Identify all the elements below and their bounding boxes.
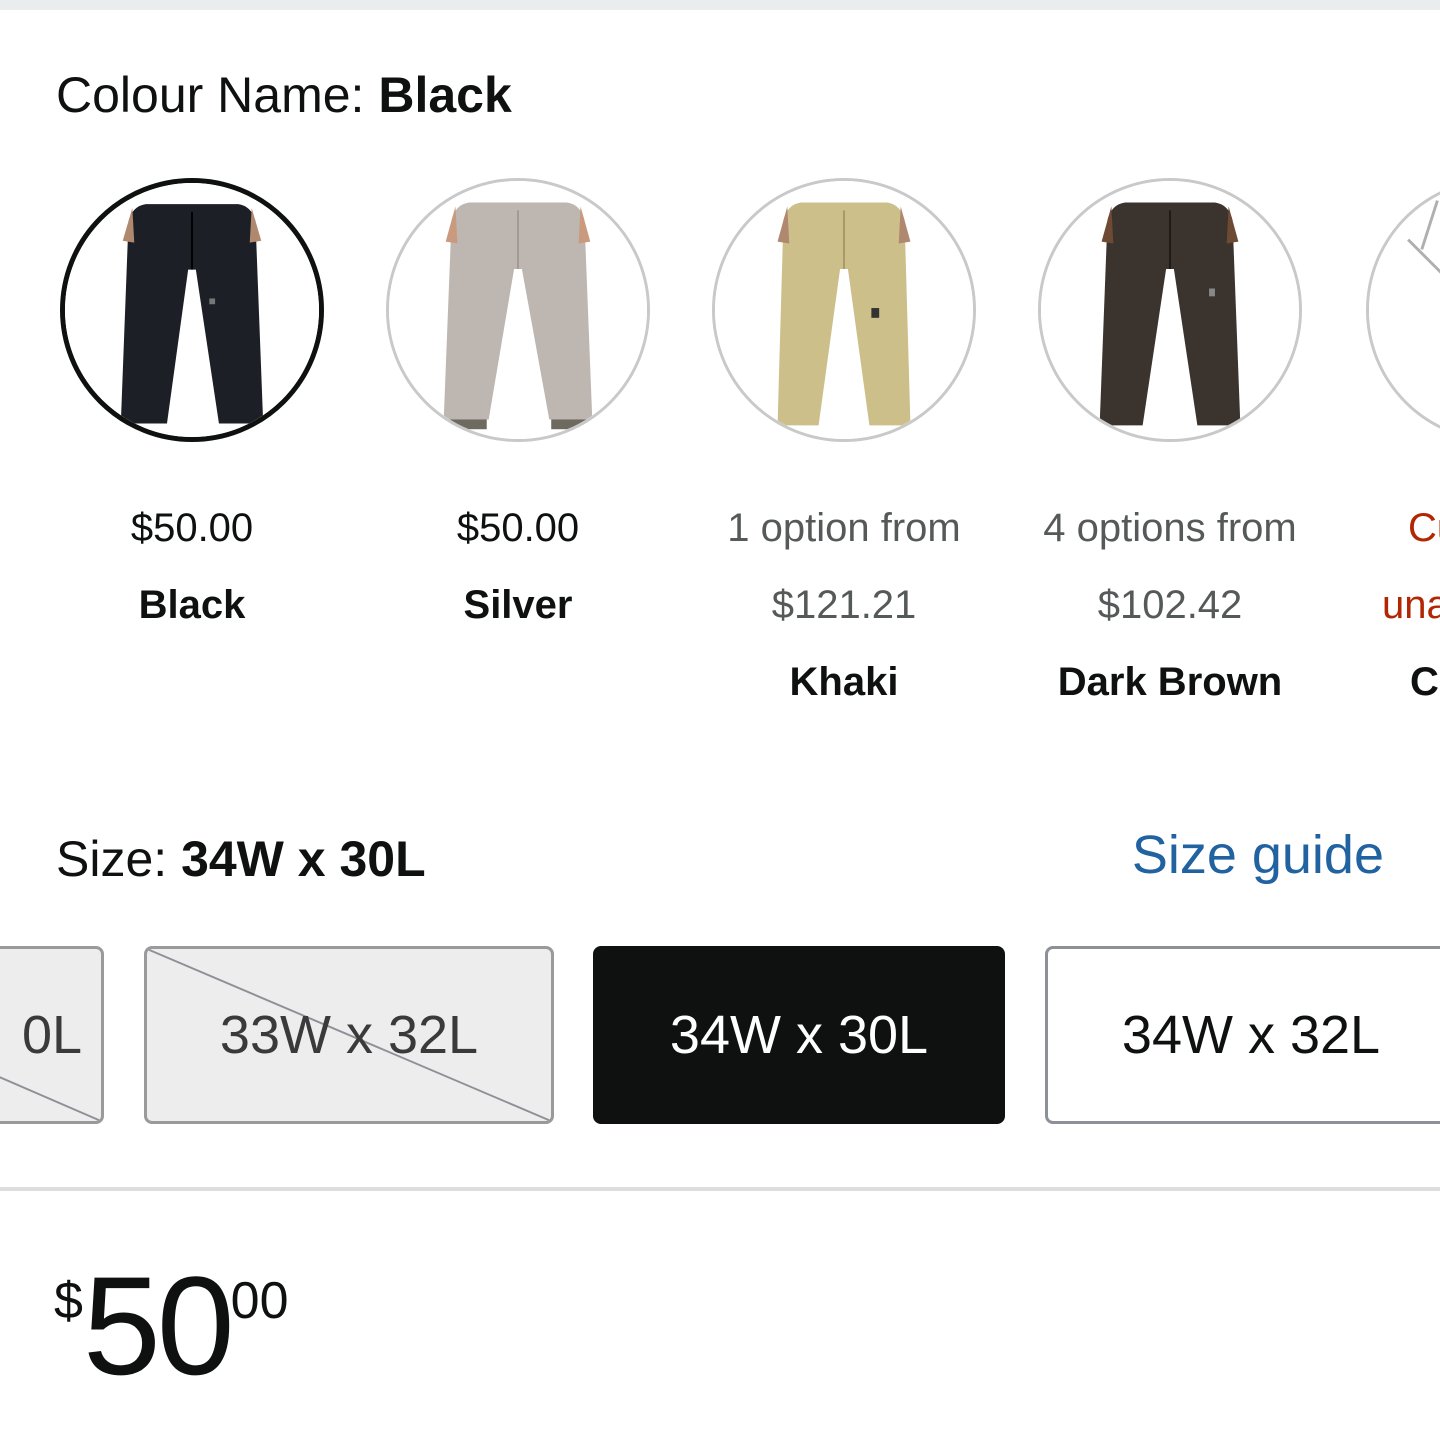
swatch-price-silver: $50.00	[456, 506, 580, 550]
size-option-partial[interactable]: 0L	[0, 946, 104, 1124]
size-option-label: 0L	[21, 1005, 83, 1065]
colour-name-label: Colour Name:	[56, 67, 379, 123]
pants-icon	[715, 181, 973, 439]
size-value: 34W x 30L	[181, 831, 426, 887]
swatch-price-khaki: $121.21	[771, 583, 917, 627]
swatch-silver[interactable]: $50.00 Silver	[368, 178, 668, 644]
pants-icon	[65, 183, 319, 437]
swatch-khaki[interactable]: 1 option from $121.21 Khaki	[694, 178, 994, 721]
size-option-row: 0L 33W x 32L 34W x 30L 34W x 32L	[0, 946, 1440, 1128]
size-guide-link[interactable]: Size guide	[1132, 822, 1384, 888]
price-currency-symbol: $	[54, 1272, 83, 1330]
price-whole: 50	[82, 1247, 235, 1404]
size-label: Size:	[56, 831, 182, 887]
price-fraction: 00	[230, 1272, 289, 1330]
swatch-name-partial: Cl	[1410, 660, 1440, 704]
size-option-34w-30l[interactable]: 34W x 30L	[593, 946, 1005, 1124]
section-divider	[0, 1187, 1440, 1191]
pants-icon	[1369, 181, 1440, 439]
swatch-unavailable-partial: una	[1382, 583, 1440, 627]
size-heading: Size: 34W x 30L	[56, 826, 426, 892]
swatch-name-black: Black	[138, 583, 246, 627]
swatch-black[interactable]: $50.00 Black	[42, 178, 342, 644]
pants-icon	[389, 181, 647, 439]
size-option-34w-32l[interactable]: 34W x 32L	[1045, 946, 1440, 1124]
swatch-price-dark-brown: $102.42	[1097, 583, 1243, 627]
swatch-partial[interactable]: Cu una Cl	[1346, 178, 1440, 721]
size-option-label: 33W x 32L	[219, 1005, 479, 1065]
swatch-name-dark-brown: Dark Brown	[1057, 660, 1283, 704]
swatch-image-khaki	[712, 178, 976, 442]
colour-name-value: Black	[378, 67, 512, 123]
colour-name-heading: Colour Name: Black	[56, 62, 512, 128]
swatch-image-silver	[386, 178, 650, 442]
pants-icon	[1041, 181, 1299, 439]
swatch-dark-brown[interactable]: 4 options from $102.42 Dark Brown	[1020, 178, 1320, 721]
swatch-name-khaki: Khaki	[789, 660, 899, 704]
size-option-label: 34W x 30L	[669, 1005, 929, 1065]
swatch-name-silver: Silver	[463, 583, 573, 627]
swatch-image-dark-brown	[1038, 178, 1302, 442]
product-variation-panel: Colour Name: Black $50.00 Black $50.00 S…	[0, 0, 1440, 1436]
swatch-options-dark-brown: 4 options from	[1043, 506, 1297, 550]
swatch-status-partial: Cu	[1408, 506, 1440, 550]
swatch-options-khaki: 1 option from	[727, 506, 961, 550]
colour-swatch-row: $50.00 Black $50.00 Silver 1 option from…	[0, 178, 1440, 738]
swatch-image-black	[60, 178, 324, 442]
swatch-image-partial	[1366, 178, 1440, 442]
swatch-price-black: $50.00	[130, 506, 254, 550]
size-option-label: 34W x 32L	[1121, 1005, 1381, 1065]
price-display: $5000	[54, 1256, 289, 1406]
top-divider	[0, 0, 1440, 10]
size-option-33w-32l[interactable]: 33W x 32L	[144, 946, 554, 1124]
